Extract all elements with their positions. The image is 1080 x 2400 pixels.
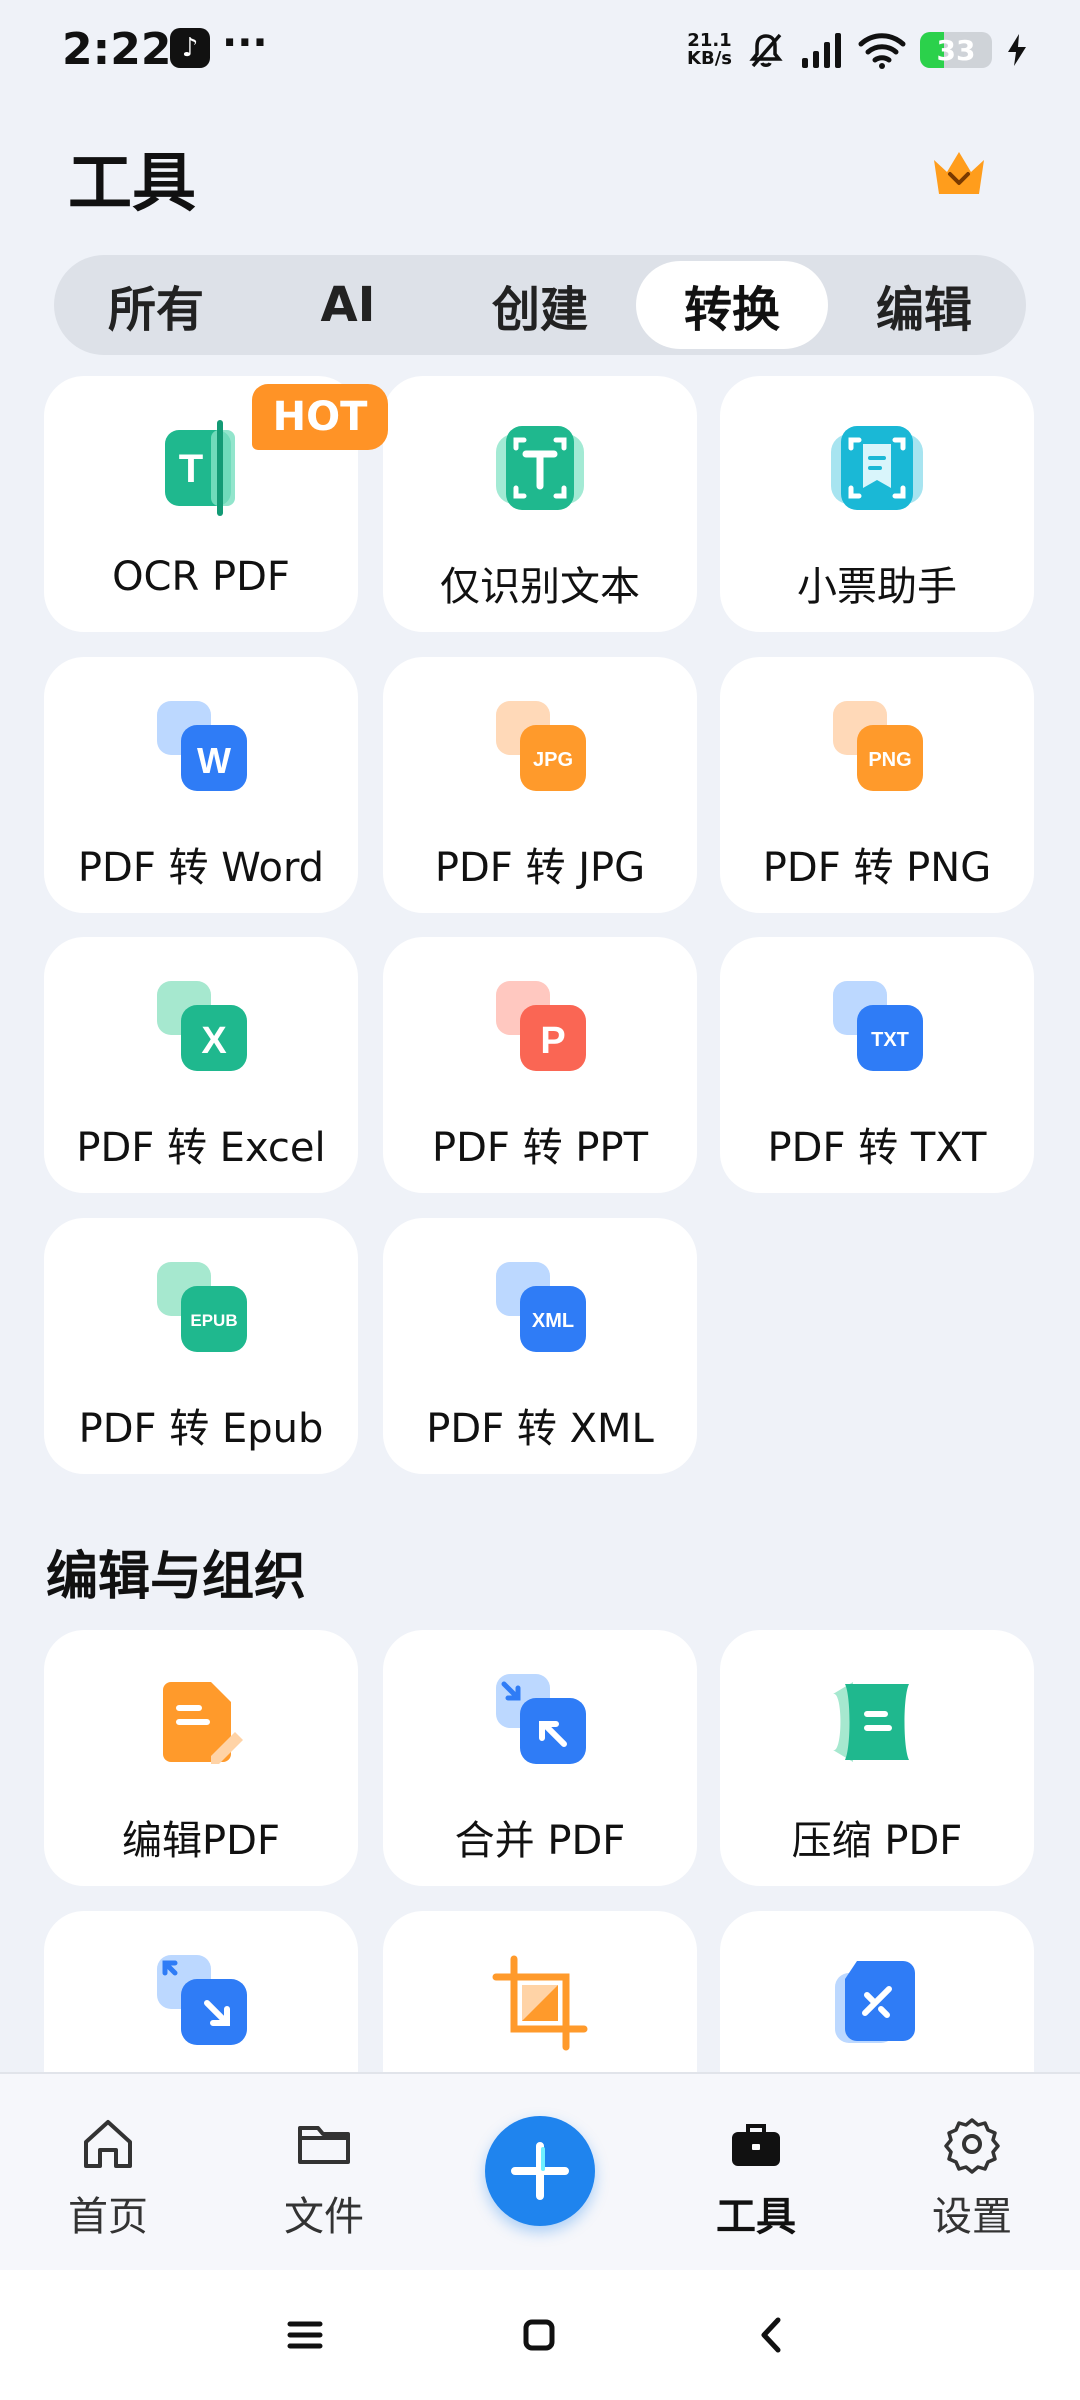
nav-home[interactable]: 首页 xyxy=(28,2074,188,2272)
tool-text-recognition[interactable]: 仅识别文本 xyxy=(383,376,697,632)
split-pdf-icon xyxy=(157,1955,247,2045)
tool-pdf-to-jpg[interactable]: JPG PDF 转 JPG xyxy=(383,657,697,913)
nav-label: 首页 xyxy=(68,2194,148,2240)
xml-file-icon: XML xyxy=(496,1262,586,1352)
tool-label: 小票助手 xyxy=(797,564,957,610)
word-doc-icon: W xyxy=(157,701,247,791)
network-speed: 21.1 KB/s xyxy=(687,32,732,68)
more-notifications-icon: ··· xyxy=(222,20,268,66)
icon-badge: X xyxy=(201,1020,227,1062)
category-tabs: 所有 AI 创建 转换 编辑 xyxy=(54,255,1026,355)
tool-label: PDF 转 JPG xyxy=(434,845,646,891)
icon-badge: EPUB xyxy=(190,1311,237,1330)
epub-book-icon: EPUB xyxy=(157,1262,247,1352)
edit-pdf-icon xyxy=(163,1682,243,1764)
ppt-slides-icon: P xyxy=(496,981,586,1071)
app-screen: 2:22 ♪ ··· 21.1 KB/s 33 工具 所有 AI 创建 转换 编… xyxy=(0,0,1080,2400)
tab-create[interactable]: 创建 xyxy=(444,261,636,349)
folder-icon xyxy=(298,2126,350,2164)
status-bar: 2:22 ♪ ··· 21.1 KB/s 33 xyxy=(0,0,1080,100)
status-time: 2:22 xyxy=(62,24,172,75)
gear-icon xyxy=(944,2118,1000,2174)
tab-all[interactable]: 所有 xyxy=(60,261,252,349)
receipt-scan-icon xyxy=(831,426,923,510)
compress-pdf-icon xyxy=(833,1682,909,1762)
png-image-icon: PNG xyxy=(833,701,923,791)
home-square-icon[interactable] xyxy=(514,2310,564,2360)
charging-icon xyxy=(1008,34,1026,66)
tool-pdf-to-png[interactable]: PNG PDF 转 PNG xyxy=(720,657,1034,913)
page-title: 工具 xyxy=(68,147,196,221)
tool-merge-pdf[interactable]: 合并 PDF xyxy=(383,1630,697,1886)
network-speed-unit: KB/s xyxy=(687,48,732,69)
icon-badge: P xyxy=(540,1020,565,1062)
tool-pdf-to-xml[interactable]: XML PDF 转 XML xyxy=(383,1218,697,1474)
tool-label: 压缩 PDF xyxy=(791,1818,963,1864)
system-nav-bar xyxy=(0,2270,1080,2400)
nav-files[interactable]: 文件 xyxy=(244,2074,404,2272)
signal-icon xyxy=(802,33,841,68)
add-button[interactable] xyxy=(485,2116,595,2226)
icon-badge: XML xyxy=(532,1310,574,1332)
nav-tools[interactable]: 工具 xyxy=(676,2074,836,2272)
tool-label: PDF 转 PPT xyxy=(431,1125,649,1171)
sign-pdf-icon xyxy=(835,1961,915,2043)
tool-label: PDF 转 Epub xyxy=(78,1406,324,1452)
tool-pdf-to-word[interactable]: W PDF 转 Word xyxy=(44,657,358,913)
merge-pdf-icon xyxy=(496,1674,586,1764)
jpg-image-icon: JPG xyxy=(496,701,586,791)
tool-label: PDF 转 Excel xyxy=(76,1125,326,1171)
text-recognition-icon xyxy=(496,426,584,510)
tool-edit-pdf[interactable]: 编辑PDF xyxy=(44,1630,358,1886)
menu-icon[interactable] xyxy=(280,2310,330,2360)
tool-label: 合并 PDF xyxy=(454,1818,626,1864)
tool-pdf-to-ppt[interactable]: P PDF 转 PPT xyxy=(383,937,697,1193)
mute-bell-icon xyxy=(749,33,783,68)
svg-text:T: T xyxy=(179,447,203,491)
tool-pdf-to-txt[interactable]: TXT PDF 转 TXT xyxy=(720,937,1034,1193)
tool-label: PDF 转 PNG xyxy=(762,845,992,891)
icon-badge: JPG xyxy=(533,749,573,771)
icon-badge: PNG xyxy=(868,749,911,771)
tool-pdf-to-epub[interactable]: EPUB PDF 转 Epub xyxy=(44,1218,358,1474)
battery-percent: 33 xyxy=(936,33,976,67)
tool-compress-pdf[interactable]: 压缩 PDF xyxy=(720,1630,1034,1886)
tab-convert[interactable]: 转换 xyxy=(636,261,828,349)
status-icons: 21.1 KB/s 33 xyxy=(687,28,1028,72)
battery-indicator: 33 xyxy=(920,32,992,68)
hot-badge: HOT xyxy=(252,384,388,450)
ocr-pdf-icon: T xyxy=(165,420,235,516)
txt-file-icon: TXT xyxy=(833,981,923,1071)
tool-label: 编辑PDF xyxy=(122,1818,280,1864)
nav-label: 工具 xyxy=(716,2194,796,2240)
tab-edit[interactable]: 编辑 xyxy=(828,261,1020,349)
tiktok-icon: ♪ xyxy=(170,28,210,68)
tool-label: PDF 转 TXT xyxy=(767,1125,987,1171)
home-icon xyxy=(84,2120,132,2168)
wifi-icon xyxy=(858,33,906,69)
icon-badge: W xyxy=(197,740,231,781)
plus-icon xyxy=(511,2142,569,2200)
tool-receipt-assistant[interactable]: 小票助手 xyxy=(720,376,1034,632)
icon-badge: TXT xyxy=(871,1029,909,1051)
nav-label: 设置 xyxy=(932,2194,1012,2240)
excel-sheet-icon: X xyxy=(157,981,247,1071)
back-chevron-icon[interactable] xyxy=(748,2310,798,2360)
tool-label: PDF 转 XML xyxy=(426,1406,654,1452)
nav-settings[interactable]: 设置 xyxy=(892,2074,1052,2272)
crop-pdf-icon xyxy=(492,1955,588,2051)
section-title: 编辑与组织 xyxy=(46,1547,307,1607)
nav-label: 文件 xyxy=(284,2194,364,2240)
tab-ai[interactable]: AI xyxy=(252,261,444,349)
tool-pdf-to-excel[interactable]: X PDF 转 Excel xyxy=(44,937,358,1193)
crown-icon[interactable] xyxy=(928,142,990,204)
bottom-nav: 首页 文件 工具 设置 xyxy=(0,2072,1080,2270)
tool-label: OCR PDF xyxy=(112,554,290,600)
tool-label: PDF 转 Word xyxy=(77,845,325,891)
tool-label: 仅识别文本 xyxy=(440,564,640,610)
toolbox-icon xyxy=(732,2124,780,2166)
